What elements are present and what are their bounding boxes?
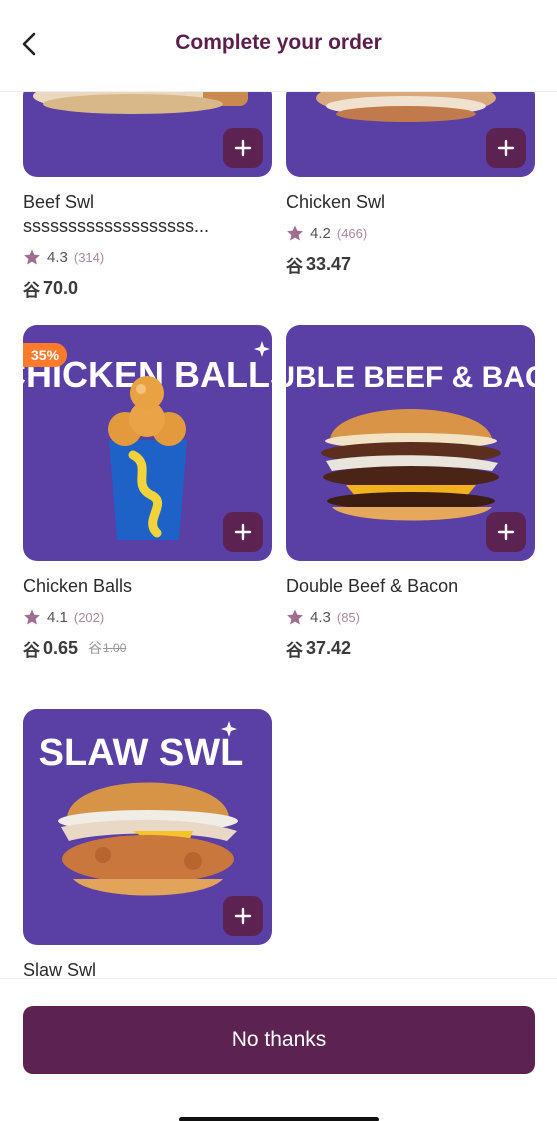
product-name: Slaw Swl [23,960,97,978]
price-value: 0.65 [43,637,79,658]
plus-icon [234,907,252,925]
product-image: DOUBLE BEEF & BACON [286,325,535,561]
product-name-continued: sssssssssssssssssss... [23,216,210,236]
currency-icon: ⾕ [286,256,303,276]
currency-icon: ⾕ [286,640,303,660]
product-image [23,92,272,177]
plus-icon [234,523,252,541]
add-button[interactable] [223,128,263,168]
price-value: 33.47 [306,253,352,274]
product-grid: Beef Swl sssssssssssssssssss... 4.3 (314… [0,92,557,978]
home-indicator[interactable] [179,1117,379,1121]
add-button[interactable] [486,512,526,552]
star-icon [24,249,40,265]
add-button[interactable] [223,512,263,552]
discount-badge: 35% [23,343,68,367]
add-button[interactable] [223,896,263,936]
rating-value: 4.3 [47,248,68,266]
product-rating: 4.3 (314) [23,247,272,267]
review-count: (85) [336,609,360,625]
plus-icon [497,523,515,541]
review-count: (202) [73,609,105,625]
product-price: ⾕ 33.47 [286,253,535,276]
rating-value: 4.2 [310,224,331,242]
price-value: 37.42 [306,637,352,658]
star-icon [287,225,303,241]
product-name: Double Beef & Bacon [286,576,459,596]
no-thanks-button[interactable]: No thanks [23,1006,535,1074]
currency-icon: ⾕ [23,280,40,300]
product-image [286,92,535,177]
price-value: 70.0 [43,277,79,298]
review-count: (466) [336,225,368,241]
plus-icon [234,139,252,157]
product-card-slaw-swl[interactable]: SLAW SWL Slaw Swl [23,709,272,978]
product-card-double-beef-bacon[interactable]: DOUBLE BEEF & BACON Double Beef & Bacon … [286,325,535,660]
image-headline: SLAW SWL [39,732,244,774]
bottom-bar: No thanks [0,978,557,1121]
product-image: CHICKEN BALLS 35% [23,325,272,561]
product-image: SLAW SWL [23,709,272,945]
rating-value: 4.3 [310,608,331,626]
product-price: ⾕ 0.65 ⾕ 1.00 [23,637,272,660]
product-rating: 4.2 (466) [286,223,535,243]
add-button[interactable] [486,128,526,168]
product-card-chicken-balls[interactable]: CHICKEN BALLS 35% Chicken Balls 4.1 (202… [23,325,272,660]
star-icon [287,609,303,625]
page-title: Complete your order [175,31,382,54]
product-name: Chicken Swl [286,192,386,212]
product-card-beef-swl[interactable]: Beef Swl sssssssssssssssssss... 4.3 (314… [23,92,272,300]
product-rating: 4.1 (202) [23,607,272,627]
rating-value: 4.1 [47,608,68,626]
product-name: Beef Swl [23,192,95,212]
image-headline: DOUBLE BEEF & BACON [286,361,535,394]
product-price: ⾕ 37.42 [286,637,535,660]
top-bar: Complete your order [0,0,557,92]
review-count: (314) [73,249,105,265]
plus-icon [497,139,515,157]
star-icon [24,609,40,625]
currency-icon: ⾕ [23,640,40,660]
product-rating: 4.3 (85) [286,607,535,627]
product-name: Chicken Balls [23,576,133,596]
old-price-value: 1.00 [103,641,127,655]
product-card-chicken-swl[interactable]: Chicken Swl 4.2 (466) ⾕ 33.47 [286,92,535,276]
product-price: ⾕ 70.0 [23,277,272,300]
old-currency-icon: ⾕ [88,640,103,656]
